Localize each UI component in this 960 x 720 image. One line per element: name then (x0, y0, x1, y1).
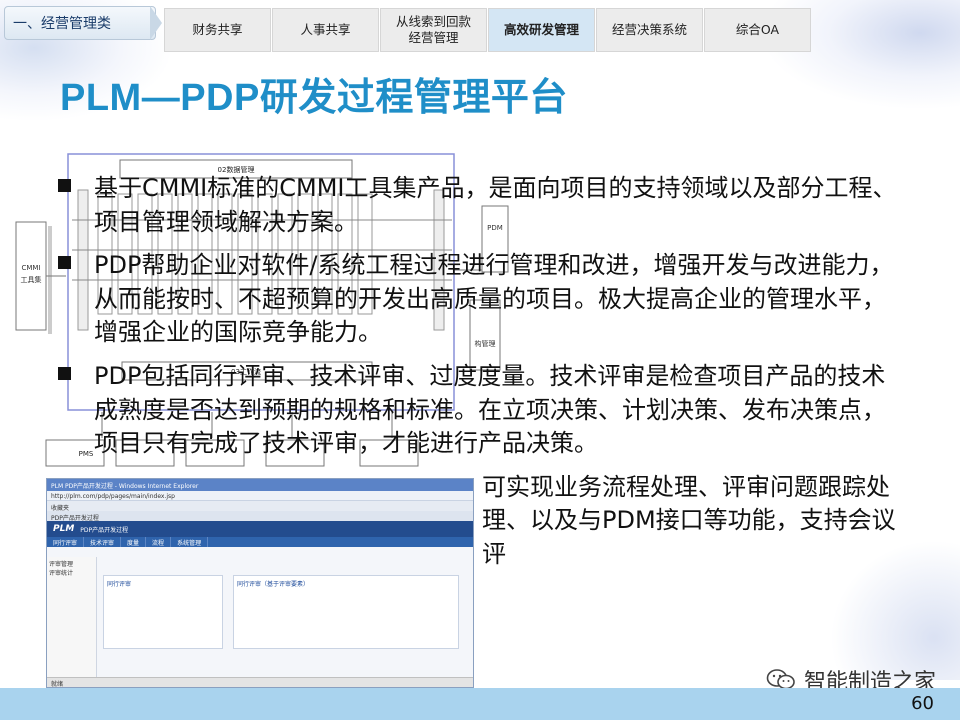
tab-hr-shared[interactable]: 人事共享 (272, 8, 379, 52)
list-item: PDP包括同行评审、技术评审、过度度量。技术评审是检查项目产品的技术成熟度是否达… (56, 360, 908, 461)
bullet-text: PDP包括同行评审、技术评审、过度度量。技术评审是检查项目产品的技术成熟度是否达… (94, 361, 886, 458)
list-item: PDP帮助企业对软件/系统工程过程进行管理和改进，增强开发与改进能力，从而能按时… (56, 249, 908, 350)
bullet-text: 基于CMMI标准的CMMI工具集产品，是面向项目的支持领域以及部分工程、项目管理… (94, 174, 897, 236)
square-bullet-icon (58, 256, 71, 270)
tab-rd-management[interactable]: 高效研发管理 (488, 8, 595, 52)
footer-bar (0, 688, 960, 720)
tab-lead-to-cash[interactable]: 从线索到回款 经营管理 (380, 8, 487, 52)
list-item: 基于CMMI标准的CMMI工具集产品，是面向项目的支持领域以及部分工程、项目管理… (56, 172, 908, 239)
square-bullet-icon (58, 366, 71, 380)
svg-text:工具集: 工具集 (21, 275, 42, 284)
page-number: 60 (911, 693, 934, 714)
tab-oa[interactable]: 综合OA (704, 8, 811, 52)
list-item: 可实现业务流程处理、评审问题跟踪处理、以及与PDM接口等功能，支持会议评 (482, 471, 908, 572)
nav-arrow-icon (150, 6, 162, 40)
tab-finance-shared[interactable]: 财务共享 (164, 8, 271, 52)
nav-section-label[interactable]: 一、经营管理类 (4, 6, 156, 40)
bullet-list: 基于CMMI标准的CMMI工具集产品，是面向项目的支持领域以及部分工程、项目管理… (56, 172, 908, 582)
peer-review-element-panel[interactable]: 同行评审（基于评审要素） (233, 575, 459, 649)
square-bullet-icon (58, 179, 71, 192)
tab-decision-system[interactable]: 经营决策系统 (596, 8, 703, 52)
peer-review-panel[interactable]: 同行评审 (103, 575, 223, 649)
bullet-text: 可实现业务流程处理、评审问题跟踪处理、以及与PDM接口等功能，支持会议评 (482, 472, 896, 568)
page-title: PLM—PDP研发过程管理平台 (60, 77, 568, 119)
nav-tabs: 财务共享 人事共享 从线索到回款 经营管理 高效研发管理 经营决策系统 综合OA (164, 8, 812, 52)
bullet-text: PDP帮助企业对软件/系统工程过程进行管理和改进，增强开发与改进能力，从而能按时… (94, 251, 894, 347)
status-bar: 就绪 (47, 677, 473, 687)
diagram-cmmi-label: CMMI (21, 264, 40, 272)
